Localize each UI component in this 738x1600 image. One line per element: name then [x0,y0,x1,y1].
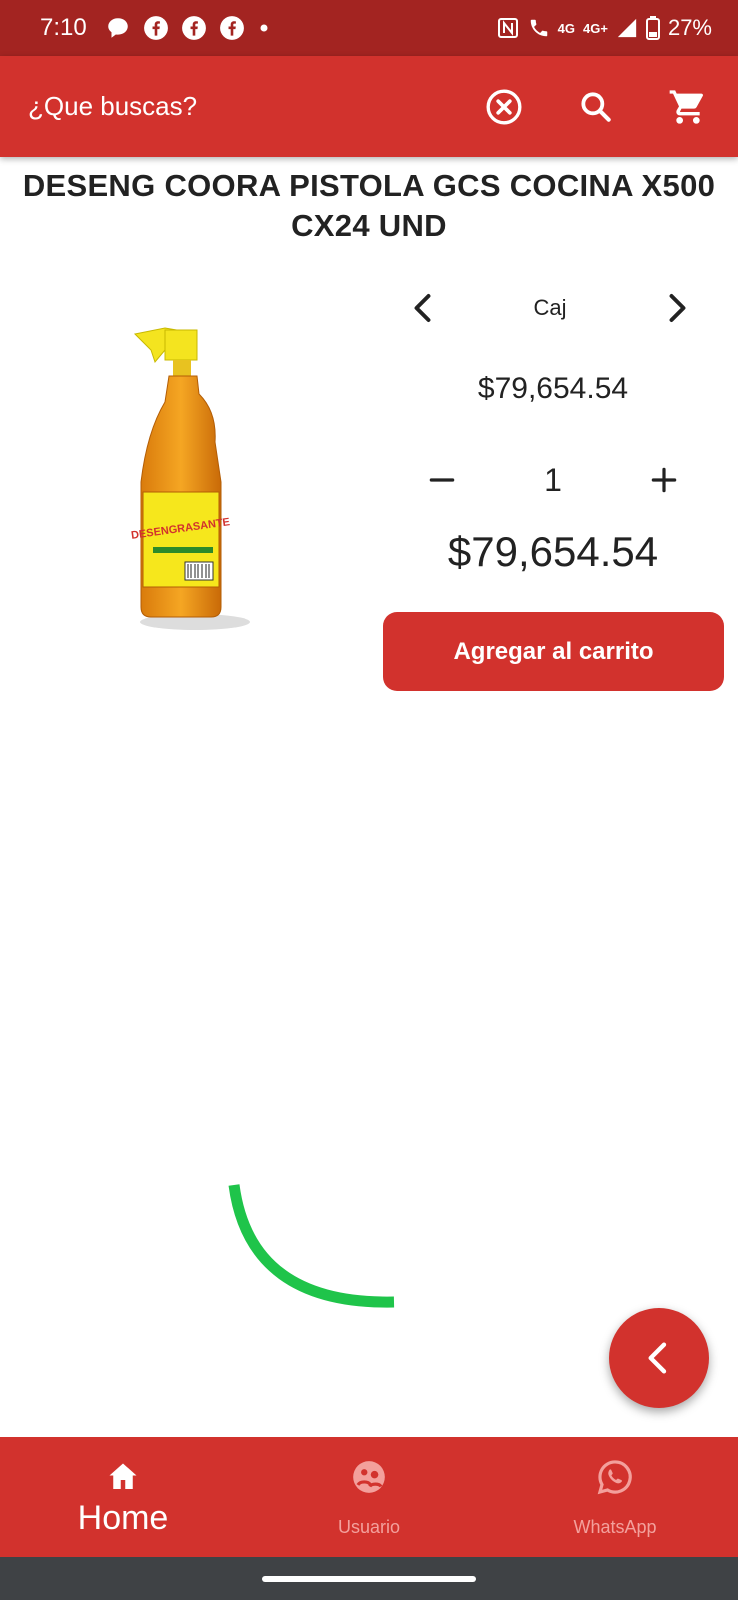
user-icon [349,1457,389,1497]
network-small-label: 4G [557,20,576,36]
decrease-quantity-button[interactable] [418,456,466,504]
unit-price: $79,654.54 [477,372,629,405]
quantity-stepper: 1 [418,452,688,508]
search-input[interactable]: ¿Que buscas? [28,91,434,122]
battery-percent: 27% [667,15,712,40]
nav-item-home[interactable]: Home [0,1437,246,1557]
unit-prev-button[interactable] [400,284,448,332]
product-image: DESENGRASANTE [125,322,265,632]
clear-search-button[interactable] [482,85,526,129]
facebook-icon [219,16,244,40]
battery-icon [645,16,660,40]
network-label: 4G+ [583,20,608,36]
clear-icon [486,89,522,124]
unit-selector: Caj [400,280,700,336]
facebook-icon [143,16,168,40]
nav-label-usuario: Usuario [337,1517,401,1537]
nav-item-usuario[interactable]: Usuario [246,1437,492,1557]
unit-label: Caj [533,295,567,320]
signal-icon [617,18,637,38]
plus-icon [651,467,677,493]
increase-quantity-button[interactable] [640,456,688,504]
chevron-right-icon [669,294,686,322]
nav-label-home: Home [77,1499,169,1537]
status-right: 4G 4G+ 27% [496,15,712,41]
volte-call-icon [530,19,547,37]
home-icon [103,1457,143,1497]
status-bar: 7:10 4G 4G+ 27% [0,0,738,56]
loading-spinner [220,1180,400,1340]
search-button[interactable] [574,85,618,129]
chevron-left-icon [414,294,431,322]
nav-label-whatsapp: WhatsApp [573,1517,657,1537]
total-price: $79,654.54 [447,528,659,575]
cart-icon [669,89,703,124]
quantity-value: 1 [544,461,562,498]
system-navigation-bar [0,1557,738,1600]
status-time: 7:10 [40,14,87,41]
product-title: DESENG COORA PISTOLA GCS COCINA X500 CX2… [22,168,716,243]
home-gesture-pill[interactable] [262,1576,476,1582]
app-bar: ¿Que buscas? [0,56,738,157]
nav-item-whatsapp[interactable]: WhatsApp [492,1437,738,1557]
whatsapp-icon [595,1457,635,1497]
dot-icon [260,24,268,32]
unit-next-button[interactable] [652,284,700,332]
add-to-cart-button[interactable]: Agregar al carrito [383,612,724,691]
nfc-icon [497,18,518,38]
search-icon [581,91,611,122]
chat-icon [107,18,128,38]
facebook-icon [181,16,206,40]
chevron-left-icon [648,1342,667,1374]
minus-icon [429,478,455,482]
notification-icons [105,15,271,41]
cart-button[interactable] [666,85,710,129]
back-fab-button[interactable] [609,1308,709,1408]
bottom-navigation: Home Usuario WhatsApp [0,1437,738,1557]
